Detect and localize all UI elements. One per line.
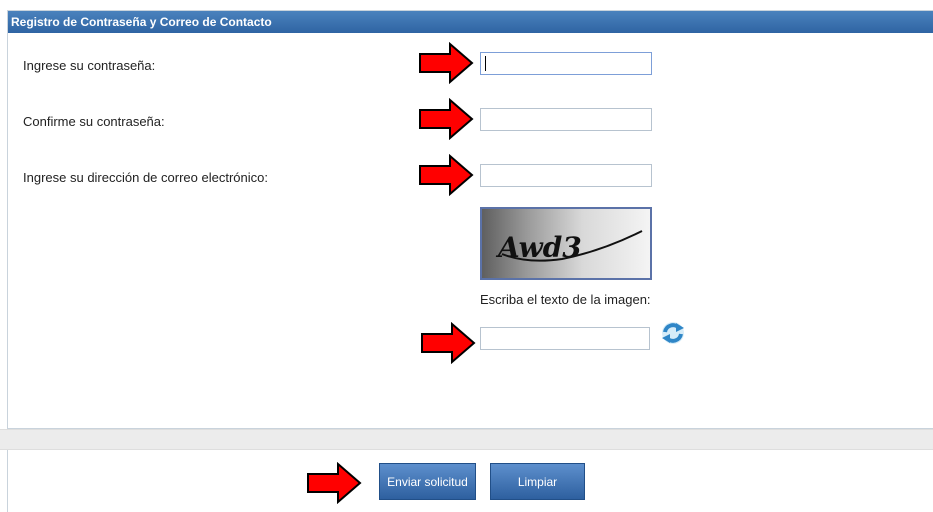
red-arrow-icon (421, 322, 476, 364)
submit-button[interactable]: Enviar solicitud (379, 463, 476, 500)
captcha-input[interactable] (480, 327, 650, 350)
refresh-icon[interactable] (660, 320, 686, 346)
password-label: Ingrese su contraseña: (23, 58, 156, 73)
captcha-image: Awd3 (480, 207, 652, 280)
red-arrow-icon (419, 154, 474, 196)
red-arrow-icon (419, 42, 474, 84)
captcha-text: Awd3 (495, 231, 582, 264)
red-arrow-icon (419, 98, 474, 140)
captcha-prompt: Escriba el texto de la imagen: (480, 292, 651, 307)
panel-title: Registro de Contraseña y Correo de Conta… (8, 11, 933, 33)
text-caret (485, 56, 486, 71)
red-arrow-icon (307, 462, 362, 504)
footer-separator (0, 429, 933, 450)
confirm-password-input[interactable] (480, 108, 652, 131)
email-label: Ingrese su dirección de correo electróni… (23, 170, 268, 185)
password-input[interactable] (480, 52, 652, 75)
confirm-password-label: Confirme su contraseña: (23, 114, 165, 129)
email-input[interactable] (480, 164, 652, 187)
clear-button[interactable]: Limpiar (490, 463, 585, 500)
